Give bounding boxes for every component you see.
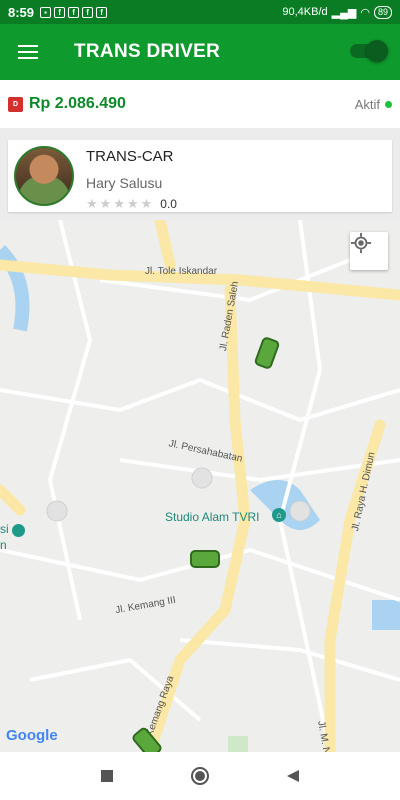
app-bar: TRANS DRIVER: [0, 24, 400, 80]
avatar: [14, 146, 74, 206]
notification-icons: ▪ f f f f: [40, 6, 108, 18]
balance-bar: D Rp 2.086.490 Aktif: [0, 80, 400, 128]
driver-name: Hary Salusu: [86, 175, 163, 191]
recents-icon: [100, 770, 113, 782]
home-icon: [190, 767, 209, 785]
status-label: Aktif: [354, 96, 380, 112]
online-toggle[interactable]: [350, 40, 388, 62]
app-title: TRANS DRIVER: [74, 41, 221, 62]
driver-status: Aktif: [355, 97, 392, 112]
status-right: 90,4KB/d ▂▄▆ ◠ 89: [282, 5, 392, 19]
battery-icon: 89: [373, 5, 392, 19]
poi-label: si: [0, 522, 9, 536]
star-icon: ★: [86, 196, 98, 211]
rating: ★ ★ ★ ★ ★ 0.0: [86, 196, 177, 212]
wallet-icon: D: [8, 96, 23, 112]
poi-pin-icon[interactable]: [12, 524, 25, 537]
back-button[interactable]: [278, 761, 308, 791]
recents-button[interactable]: [92, 761, 122, 791]
status-bar: 8:59 ▪ f f f f 90,4KB/d ▂▄▆ ◠ 89: [0, 0, 400, 24]
street-label: Jl. Tole Iskandar: [145, 266, 218, 277]
network-speed: 90,4KB/d: [282, 6, 328, 18]
poi-label: Studio Alam TVRI: [165, 510, 260, 524]
star-icon: ★: [140, 196, 153, 211]
star-icon: ★: [99, 196, 112, 211]
facebook-icon: f: [68, 6, 80, 18]
home-button[interactable]: [185, 761, 215, 791]
map-view[interactable]: Jl. Tole Iskandar Jl. Raden Saleh Jl. Pe…: [0, 220, 400, 752]
wifi-icon: ◠: [360, 6, 370, 19]
star-icon: ★: [113, 196, 125, 211]
toggle-knob: [366, 40, 388, 62]
driver-card[interactable]: TRANS-CAR Hary Salusu ★ ★ ★ ★ ★ 0.0: [8, 140, 392, 212]
menu-icon[interactable]: [18, 45, 38, 59]
service-name: TRANS-CAR: [86, 148, 174, 165]
status-time: 8:59: [8, 4, 35, 20]
balance-amount[interactable]: Rp 2.086.490: [29, 95, 126, 113]
poi-pin-icon[interactable]: ⌂: [272, 508, 286, 522]
navigation-bar: [0, 752, 400, 800]
notification-icon: ▪: [40, 6, 52, 18]
facebook-icon: f: [96, 6, 108, 18]
my-location-icon: [350, 232, 372, 254]
signal-icon: ▂▄▆: [331, 6, 357, 19]
google-logo: Google: [6, 727, 58, 744]
back-icon: [287, 770, 300, 782]
map-canvas: [0, 220, 400, 752]
facebook-icon: f: [54, 6, 66, 18]
poi-label: n: [0, 538, 7, 552]
my-location-button[interactable]: [350, 232, 388, 270]
star-icon: ★: [126, 196, 139, 211]
car-marker[interactable]: [190, 550, 220, 568]
facebook-icon: f: [82, 6, 94, 18]
rating-value: 0.0: [160, 197, 177, 211]
status-dot: [385, 100, 392, 108]
